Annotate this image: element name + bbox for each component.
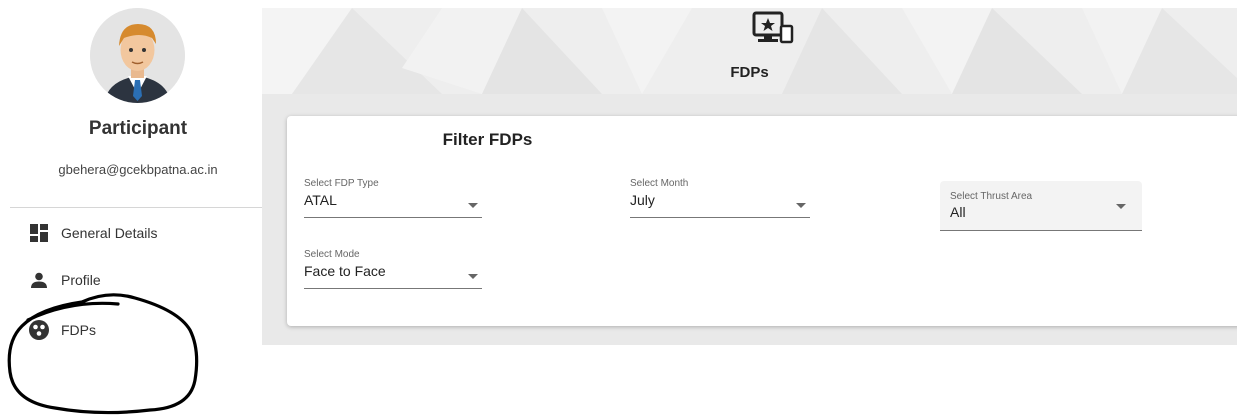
mode-value: Face to Face [304,263,386,279]
sidebar-item-profile[interactable]: Profile [29,268,101,292]
user-avatar [90,8,185,103]
user-email: gbehera@gcekbpatna.ac.in [58,162,218,177]
devices-star-icon [752,11,794,44]
dropdown-arrow-icon [1116,204,1126,209]
sidebar-item-general-details[interactable]: General Details [29,221,158,245]
main-content: FDPs [262,8,1237,345]
thrust-area-select[interactable]: Select Thrust Area All [940,181,1142,231]
sidebar-item-label: FDPs [61,322,96,338]
month-label: Select Month [630,178,689,189]
mode-underline [304,288,482,289]
thrust-area-underline [940,230,1142,231]
avatar-illustration [90,8,185,103]
fdp-type-label: Select FDP Type [304,178,379,189]
person-icon [29,270,49,290]
hand-drawn-circle-annotation [7,293,199,415]
sidebar: Participant gbehera@gcekbpatna.ac.in Gen… [0,0,262,417]
sidebar-item-fdps[interactable]: FDPs [29,318,96,342]
thrust-area-value: All [950,204,966,220]
filter-title: Filter FDPs [442,130,533,149]
fdp-type-value: ATAL [304,192,337,208]
dropdown-arrow-icon [468,274,478,279]
group-work-icon [29,320,49,340]
dashboard-icon [29,223,49,243]
month-value: July [630,192,655,208]
fdp-type-select[interactable]: Select FDP Type ATAL [304,178,482,218]
thrust-area-label: Select Thrust Area [950,191,1033,202]
page-title: FDPs [730,64,769,81]
sidebar-item-label: General Details [61,225,158,241]
mode-select[interactable]: Select Mode Face to Face [304,249,482,289]
banner-background-pattern [262,8,1237,94]
month-select[interactable]: Select Month July [630,178,810,218]
dropdown-arrow-icon [468,203,478,208]
month-underline [630,217,810,218]
dropdown-arrow-icon [796,203,806,208]
mode-label: Select Mode [304,249,360,260]
sidebar-divider [10,207,262,208]
sidebar-item-label: Profile [61,272,101,288]
page-header-banner: FDPs [262,8,1237,94]
fdp-type-underline [304,217,482,218]
